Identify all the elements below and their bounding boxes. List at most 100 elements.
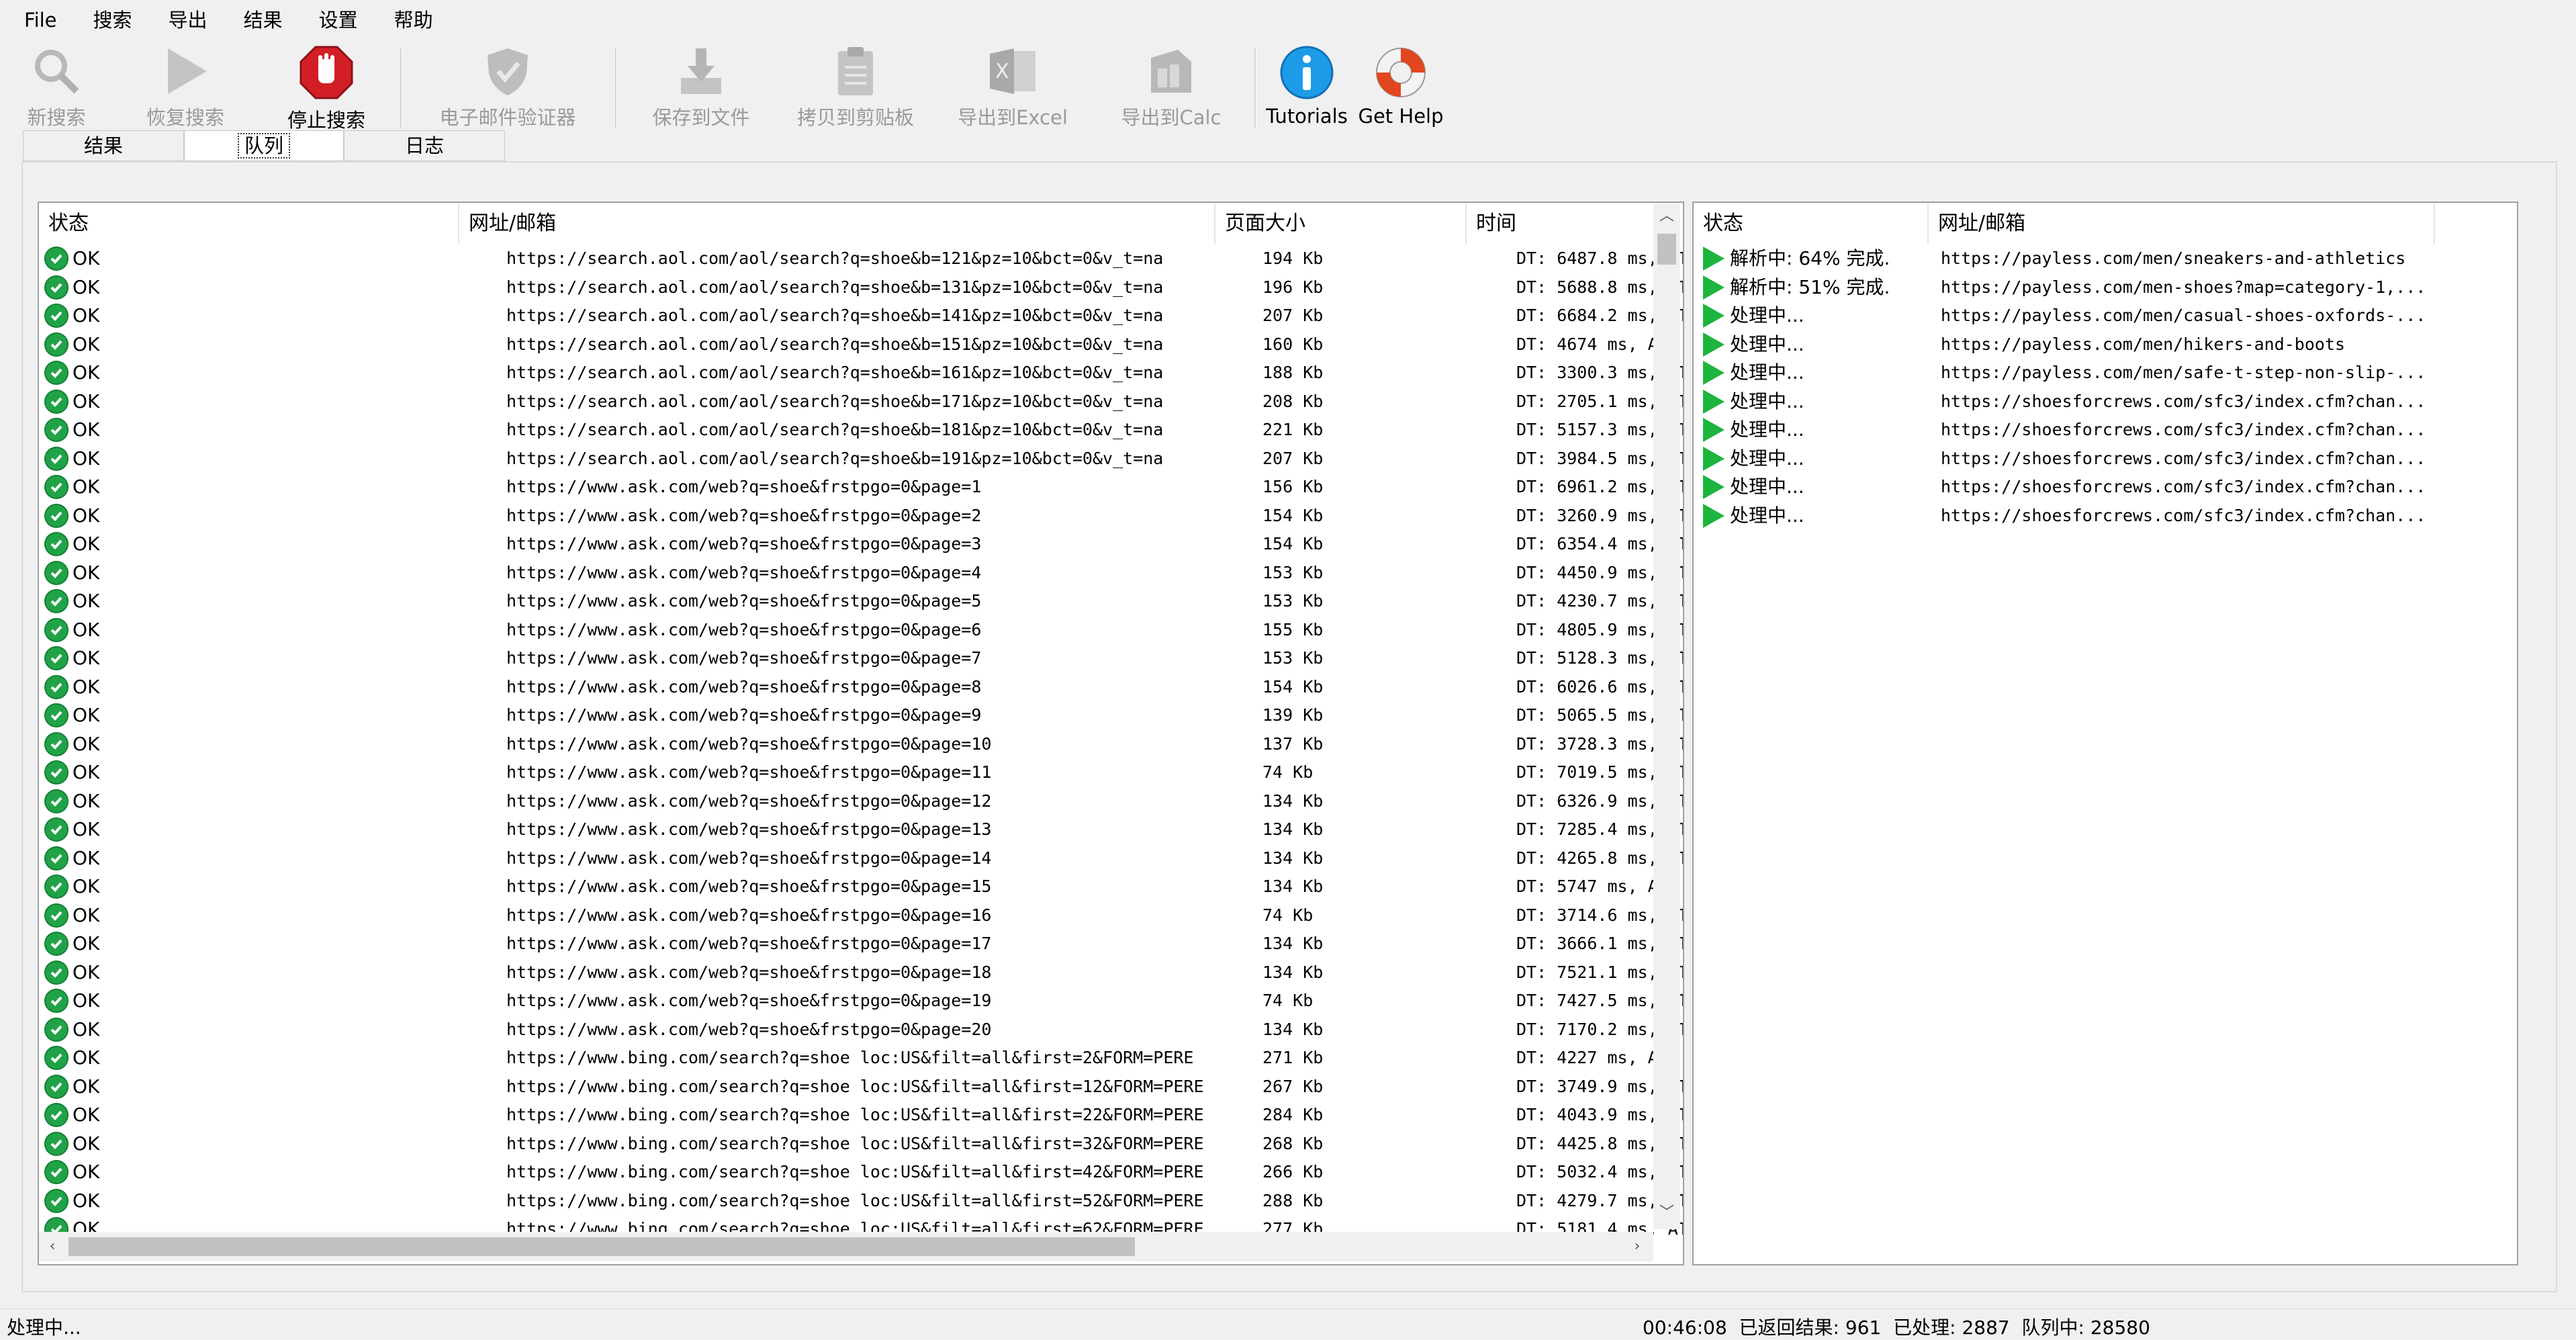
table-row[interactable]: OK https://search.aol.com/aol/search?q=sh… [39,273,1683,302]
table-row[interactable]: 解析中: 64% 完成. https://payless.com/men/snea… [1694,244,2517,273]
new-search-button[interactable]: 新搜索 [19,40,94,130]
horizontal-scrollbar[interactable]: ‹ › [39,1232,1653,1261]
check-circle-icon [44,731,68,756]
stop-search-button[interactable]: 停止搜索 [278,40,375,132]
header-url[interactable]: 网址/邮箱 [459,203,1215,244]
table-row[interactable]: OK https://search.aol.com/aol/search?q=sh… [39,330,1683,359]
table-row[interactable]: 处理中... https://shoesforcrews.com/sfc3/ind… [1694,445,2517,474]
table-row[interactable]: OK https://www.ask.com/web?q=shoe&frstpgo… [39,873,1683,901]
status-cell: OK [44,873,447,901]
table-row[interactable]: OK https://www.ask.com/web?q=shoe&frstpgo… [39,901,1683,930]
table-row[interactable]: OK https://www.ask.com/web?q=shoe&frstpgo… [39,758,1683,787]
table-row[interactable]: OK https://www.ask.com/web?q=shoe&frstpgo… [39,644,1683,673]
copy-to-clipboard-button[interactable]: 拷贝到剪贴板 [787,40,924,130]
email-validator-button[interactable]: 电子邮件验证器 [427,40,588,130]
tab-queue[interactable]: 队列 [184,130,344,161]
url-cell: https://www.ask.com/web?q=shoe&frstpgo=0… [506,934,992,953]
status-text: 处理中... [1730,361,1804,384]
table-row[interactable]: 处理中... https://payless.com/men/safe-t-ste… [1694,359,2517,388]
header-page-size[interactable]: 页面大小 [1215,203,1467,244]
table-row[interactable]: OK https://search.aol.com/aol/search?q=sh… [39,302,1683,330]
resume-search-button[interactable]: 恢复搜索 [137,40,234,130]
table-row[interactable]: 处理中... https://shoesforcrews.com/sfc3/ind… [1694,416,2517,445]
table-row[interactable]: OK https://www.ask.com/web?q=shoe&frstpgo… [39,502,1683,531]
scroll-down-icon[interactable]: ﹀ [1653,1200,1680,1226]
table-row[interactable]: OK https://www.ask.com/web?q=shoe&frstpgo… [39,930,1683,958]
excel-icon: X [984,44,1041,98]
scroll-up-icon[interactable]: ︿ [1653,203,1680,230]
table-row[interactable]: OK https://search.aol.com/aol/search?q=sh… [39,388,1683,416]
info-icon [1279,44,1335,101]
save-to-file-button[interactable]: 保存到文件 [642,40,760,130]
status-text: OK [73,761,100,783]
save-download-icon [673,44,729,98]
menu-file[interactable]: File [0,0,71,40]
table-row[interactable]: OK https://www.ask.com/web?q=shoe&frstpgo… [39,473,1683,502]
table-row[interactable]: OK https://www.bing.com/search?q=shoe loc… [39,1187,1683,1216]
table-row[interactable]: OK https://www.ask.com/web?q=shoe&frstpgo… [39,530,1683,559]
table-row[interactable]: OK https://www.ask.com/web?q=shoe&frstpgo… [39,787,1683,816]
scroll-thumb[interactable] [1657,234,1676,265]
table-row[interactable]: OK https://www.ask.com/web?q=shoe&frstpgo… [39,701,1683,730]
table-row[interactable]: OK https://www.ask.com/web?q=shoe&frstpgo… [39,587,1683,616]
table-row[interactable]: OK https://www.ask.com/web?q=shoe&frstpgo… [39,559,1683,588]
table-row[interactable]: OK https://www.ask.com/web?q=shoe&frstpgo… [39,730,1683,759]
table-row[interactable]: OK https://search.aol.com/aol/search?q=sh… [39,416,1683,445]
table-row[interactable]: OK https://www.bing.com/search?q=shoe loc… [39,1073,1683,1102]
table-row[interactable]: OK https://www.ask.com/web?q=shoe&frstpgo… [39,958,1683,987]
table-row[interactable]: OK https://www.ask.com/web?q=shoe&frstpgo… [39,815,1683,844]
menu-settings[interactable]: 设置 [296,0,371,40]
play-icon [1703,475,1724,500]
tab-results[interactable]: 结果 [23,130,184,161]
completed-list[interactable]: 状态 网址/邮箱 页面大小 时间 OK https://search.aol.co… [38,202,1684,1265]
table-row[interactable]: 解析中: 51% 完成. https://payless.com/men-shoe… [1694,273,2517,302]
size-cell: 268 Kb [1262,1133,1324,1153]
table-row[interactable]: OK https://www.bing.com/search?q=shoe loc… [39,1158,1683,1187]
status-text: OK [73,989,100,1012]
status-cell: 解析中: 64% 完成. [1703,244,1925,273]
status-text: 处理中... [1730,476,1804,498]
table-row[interactable]: 处理中... https://shoesforcrews.com/sfc3/ind… [1694,473,2517,502]
scroll-left-icon[interactable]: ‹ [39,1232,66,1261]
table-row[interactable]: OK https://www.bing.com/search?q=shoe loc… [39,1044,1683,1073]
table-row[interactable]: OK https://www.ask.com/web?q=shoe&frstpgo… [39,616,1683,645]
menu-export[interactable]: 导出 [146,0,221,40]
table-row[interactable]: OK https://www.ask.com/web?q=shoe&frstpgo… [39,844,1683,873]
table-row[interactable]: 处理中... https://shoesforcrews.com/sfc3/ind… [1694,388,2517,416]
menu-search[interactable]: 搜索 [71,0,146,40]
table-row[interactable]: OK https://search.aol.com/aol/search?q=sh… [39,445,1683,474]
header-url[interactable]: 网址/邮箱 [1929,203,2435,244]
export-excel-button[interactable]: X 导出到Excel [951,40,1074,130]
header-status[interactable]: 状态 [39,203,459,244]
export-calc-button[interactable]: 导出到Calc [1112,40,1230,130]
scroll-thumb[interactable] [68,1237,1135,1256]
table-row[interactable]: OK https://www.bing.com/search?q=shoe loc… [39,1130,1683,1159]
size-cell: 208 Kb [1262,391,1324,411]
table-row[interactable]: OK https://www.ask.com/web?q=shoe&frstpgo… [39,673,1683,702]
table-row[interactable]: OK https://www.ask.com/web?q=shoe&frstpgo… [39,1016,1683,1044]
table-row[interactable]: 处理中... https://payless.com/men/hikers-and… [1694,330,2517,359]
vertical-scrollbar[interactable]: ︿ ﹀ [1653,203,1680,1229]
check-circle-icon [44,418,68,443]
scroll-right-icon[interactable]: › [1624,1232,1651,1261]
status-cell: OK [44,587,447,616]
table-row[interactable]: OK https://search.aol.com/aol/search?q=sh… [39,359,1683,388]
processing-list[interactable]: 状态 网址/邮箱 解析中: 64% 完成. https://payless.com… [1692,202,2518,1265]
table-row[interactable]: OK https://search.aol.com/aol/search?q=sh… [39,244,1683,273]
status-text: OK [73,846,100,869]
tab-log[interactable]: 日志 [344,130,505,161]
header-time[interactable]: 时间 [1467,203,1655,244]
menu-results[interactable]: 结果 [221,0,296,40]
play-icon [1703,446,1724,471]
table-row[interactable]: 处理中... https://payless.com/men/casual-sho… [1694,302,2517,330]
table-row[interactable]: OK https://www.bing.com/search?q=shoe loc… [39,1101,1683,1130]
status-text: 处理中... [7,1316,81,1339]
size-cell: 154 Kb [1262,505,1324,525]
table-row[interactable]: OK https://www.ask.com/web?q=shoe&frstpgo… [39,987,1683,1016]
table-row[interactable]: 处理中... https://shoesforcrews.com/sfc3/ind… [1694,502,2517,531]
tutorials-button[interactable]: Tutorials [1265,40,1348,130]
menu-help[interactable]: 帮助 [371,0,447,40]
header-status[interactable]: 状态 [1694,203,1929,244]
get-help-button[interactable]: Get Help [1356,40,1445,130]
check-circle-icon [44,932,68,956]
